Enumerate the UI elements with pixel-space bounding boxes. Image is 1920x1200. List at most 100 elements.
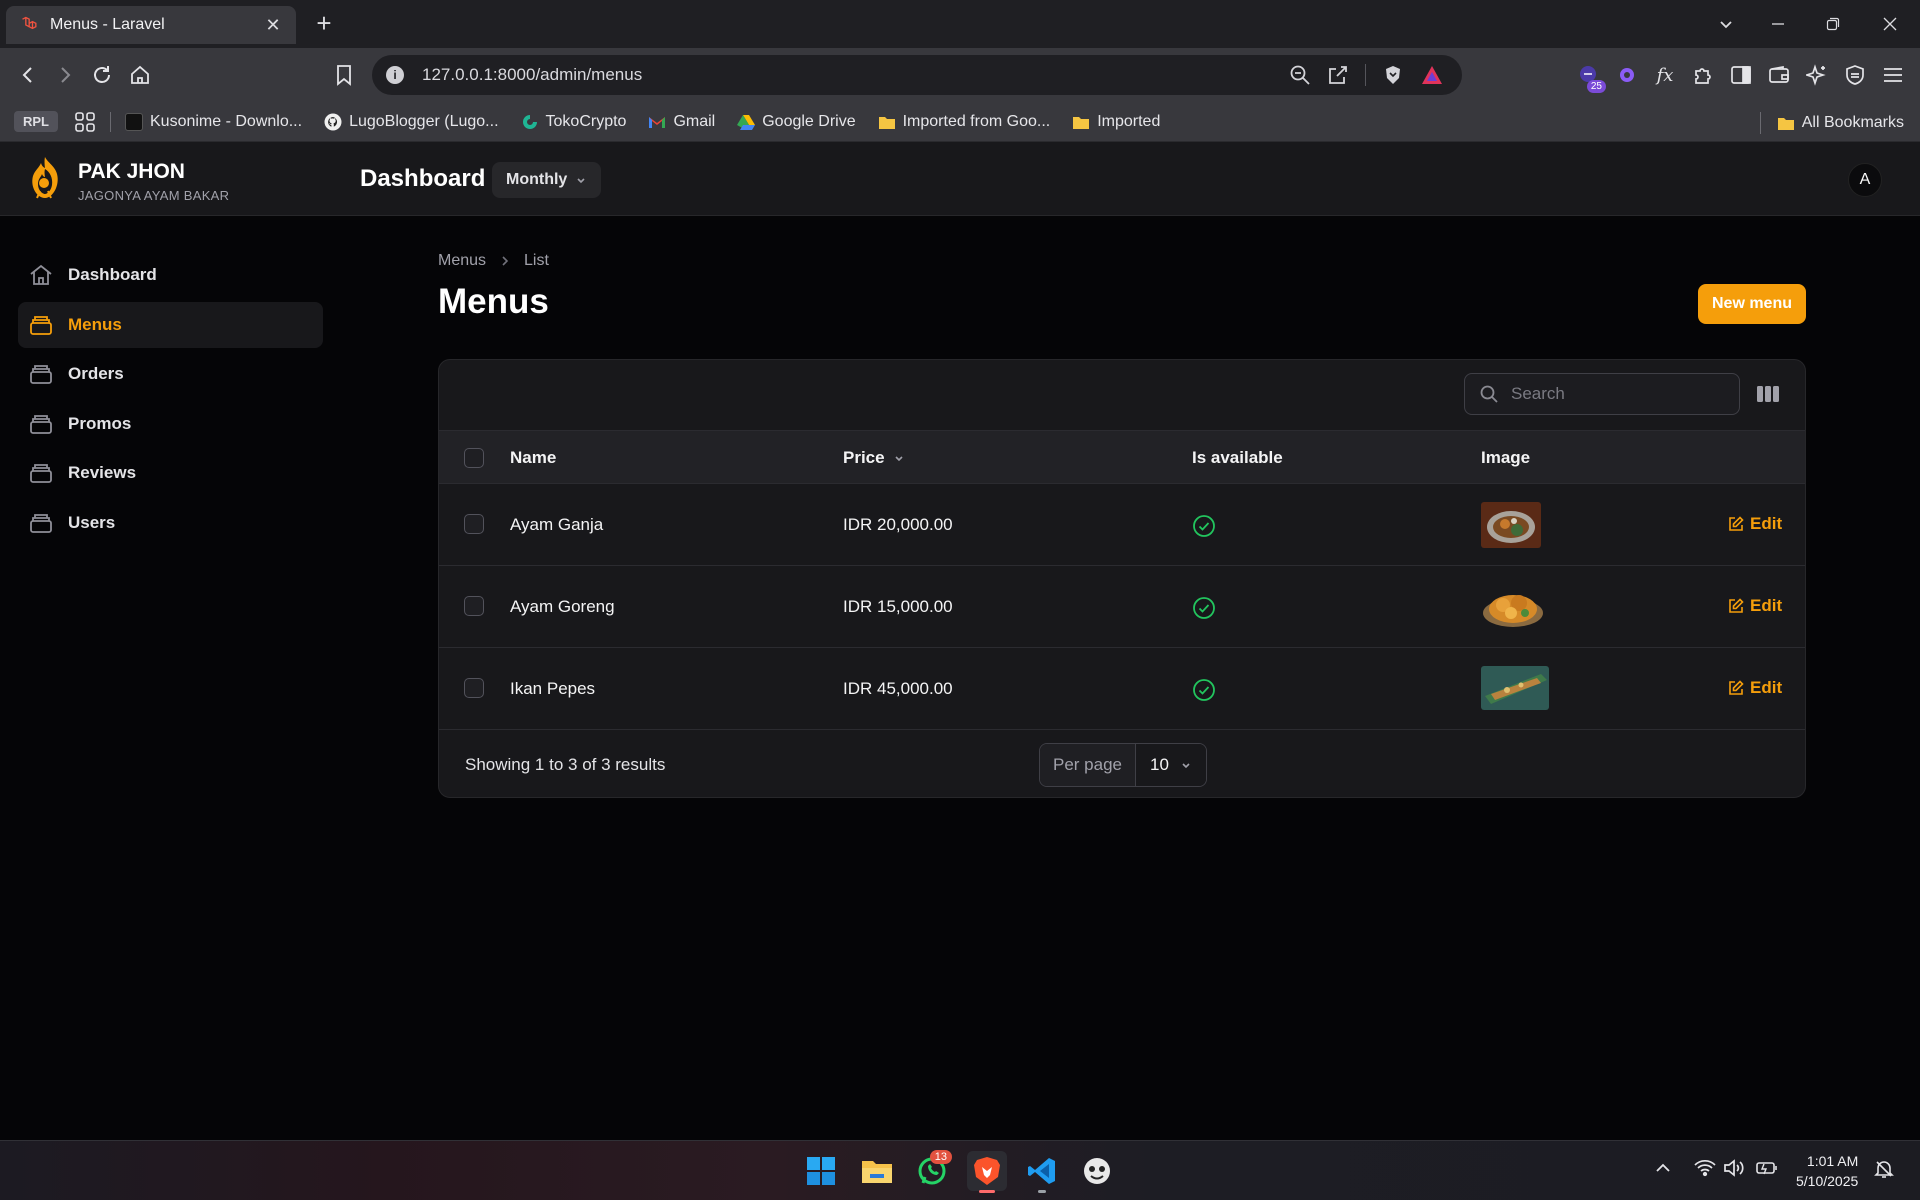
- sidebar-item-label: Promos: [68, 413, 132, 433]
- bookmark-tokocrypto[interactable]: TokoCrypto: [521, 113, 626, 131]
- brave-shields-icon[interactable]: [1382, 64, 1404, 86]
- menu-image-ikan-pepes: [1481, 666, 1549, 710]
- tab-search-icon[interactable]: [1714, 12, 1738, 36]
- file-explorer-icon[interactable]: [857, 1151, 897, 1191]
- new-menu-button[interactable]: New menu: [1698, 284, 1806, 324]
- minimize-icon[interactable]: [1766, 12, 1790, 36]
- table-header: Name Price Is available Image: [439, 430, 1805, 484]
- extension-gear-icon[interactable]: [1614, 61, 1640, 89]
- check-circle-icon: [1193, 679, 1215, 701]
- home-icon: [30, 264, 52, 285]
- columns-toggle-icon[interactable]: [1756, 384, 1780, 404]
- browser-tab[interactable]: Menus - Laravel ✕: [6, 6, 296, 44]
- sidebar: Dashboard Menus Orders Promos Reviews Us…: [0, 216, 340, 1140]
- system-clock[interactable]: 1:01 AM 5/10/2025: [1796, 1151, 1858, 1191]
- stack-icon: [30, 365, 52, 384]
- user-avatar[interactable]: A: [1848, 163, 1882, 197]
- kusonime-icon: [125, 112, 143, 131]
- site-info-icon[interactable]: i: [386, 66, 404, 84]
- search-input[interactable]: [1511, 384, 1711, 404]
- brave-browser-icon[interactable]: [967, 1151, 1007, 1193]
- gmail-icon: [649, 116, 666, 128]
- table-row[interactable]: Ayam Ganja IDR 20,000.00 Edit: [439, 484, 1805, 566]
- edit-label: Edit: [1750, 514, 1783, 533]
- folder-icon: [1073, 116, 1090, 129]
- extensions-puzzle-icon[interactable]: [1690, 61, 1716, 89]
- vscode-icon[interactable]: [1022, 1151, 1062, 1193]
- reload-icon[interactable]: [88, 61, 116, 89]
- bookmark-gmail[interactable]: Gmail: [648, 113, 715, 131]
- brave-rewards-icon[interactable]: [1420, 64, 1444, 86]
- all-bookmarks[interactable]: All Bookmarks: [1759, 112, 1904, 134]
- apps-grid-icon[interactable]: [74, 111, 96, 133]
- breadcrumb-menus[interactable]: Menus: [438, 252, 486, 270]
- vpn-shield-icon[interactable]: [1842, 61, 1868, 89]
- sidebar-item-users[interactable]: Users: [18, 500, 323, 546]
- windows-start-icon[interactable]: [801, 1151, 841, 1191]
- row-checkbox[interactable]: [464, 514, 484, 534]
- per-page-label: Per page: [1040, 744, 1136, 786]
- close-window-icon[interactable]: [1878, 12, 1902, 36]
- url-text[interactable]: 127.0.0.1:8000/admin/menus: [422, 65, 1289, 85]
- folder-icon: [1777, 118, 1794, 130]
- back-icon[interactable]: [14, 61, 42, 89]
- sidebar-item-dashboard[interactable]: Dashboard: [18, 252, 323, 298]
- header-title: Dashboard: [360, 165, 486, 192]
- chevron-down-icon: [577, 178, 585, 184]
- forward-icon[interactable]: [51, 61, 79, 89]
- column-header-label: Price: [843, 448, 885, 467]
- edit-link[interactable]: Edit: [1728, 678, 1782, 698]
- restore-icon[interactable]: [1821, 12, 1845, 36]
- share-icon[interactable]: [1327, 64, 1349, 86]
- bookmark-lugoblogger[interactable]: LugoBlogger (Lugo...: [324, 113, 499, 131]
- bookmark-folder-imported[interactable]: Imported: [1072, 113, 1160, 131]
- wifi-icon[interactable]: [1694, 1159, 1716, 1177]
- browser-menu-icon[interactable]: [1880, 61, 1906, 89]
- extension-vpn-icon[interactable]: 25: [1576, 61, 1606, 93]
- sidebar-toggle-icon[interactable]: [1728, 61, 1754, 89]
- wallet-icon[interactable]: [1766, 61, 1792, 89]
- bookmark-rpl[interactable]: RPL: [14, 111, 58, 132]
- leo-ai-icon[interactable]: [1804, 61, 1830, 89]
- sidebar-item-promos[interactable]: Promos: [18, 401, 323, 447]
- per-page-value[interactable]: 10: [1136, 744, 1206, 786]
- column-header-is-available[interactable]: Is available: [1192, 448, 1283, 468]
- table-row[interactable]: Ikan Pepes IDR 45,000.00 Edit: [439, 648, 1805, 730]
- page-title: Menus: [438, 282, 549, 321]
- extension-formula-icon[interactable]: fx: [1652, 61, 1678, 89]
- edit-label: Edit: [1750, 596, 1783, 615]
- bookmark-google-drive[interactable]: Google Drive: [737, 112, 856, 131]
- sidebar-item-orders[interactable]: Orders: [18, 351, 323, 397]
- volume-icon[interactable]: [1723, 1159, 1745, 1177]
- column-header-price[interactable]: Price: [843, 448, 905, 468]
- search-field[interactable]: [1464, 373, 1740, 415]
- edit-link[interactable]: Edit: [1728, 514, 1782, 534]
- notification-icon[interactable]: [1874, 1159, 1894, 1179]
- brand-name: PAK JHON: [78, 160, 185, 183]
- row-checkbox[interactable]: [464, 678, 484, 698]
- bookmark-label: Google Drive: [762, 112, 856, 130]
- battery-icon[interactable]: [1755, 1159, 1779, 1177]
- bookmark-kusonime[interactable]: Kusonime - Downlo...: [125, 112, 302, 131]
- pencil-square-icon: [1729, 680, 1744, 695]
- table-row[interactable]: Ayam Goreng IDR 15,000.00 Edit: [439, 566, 1805, 648]
- per-page-select[interactable]: Per page 10: [1039, 743, 1207, 787]
- tab-close-icon[interactable]: ✕: [260, 12, 286, 38]
- new-tab-icon[interactable]: +: [312, 10, 336, 36]
- period-filter-label: Monthly: [506, 171, 568, 188]
- zoom-icon[interactable]: [1289, 64, 1311, 86]
- bookmark-page-icon[interactable]: [330, 61, 358, 89]
- tray-overflow-icon[interactable]: [1654, 1159, 1672, 1177]
- home-icon[interactable]: [126, 61, 154, 89]
- bookmark-folder-imported-google[interactable]: Imported from Goo...: [878, 113, 1050, 131]
- row-checkbox[interactable]: [464, 596, 484, 616]
- sidebar-item-menus[interactable]: Menus: [18, 301, 323, 348]
- column-header-name[interactable]: Name: [510, 448, 556, 468]
- address-bar[interactable]: i 127.0.0.1:8000/admin/menus: [372, 55, 1462, 95]
- app-face-icon[interactable]: [1077, 1151, 1117, 1191]
- sidebar-item-reviews[interactable]: Reviews: [18, 450, 323, 496]
- period-filter-dropdown[interactable]: Monthly: [492, 162, 602, 198]
- edit-link[interactable]: Edit: [1728, 596, 1782, 616]
- select-all-checkbox[interactable]: [464, 448, 484, 468]
- whatsapp-icon[interactable]: 13: [912, 1150, 952, 1191]
